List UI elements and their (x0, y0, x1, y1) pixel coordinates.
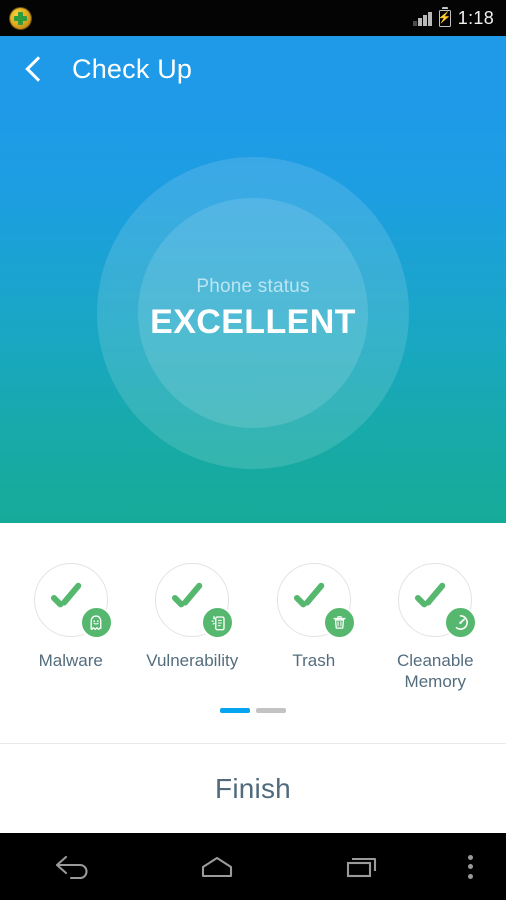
android-nav-bar (0, 833, 506, 900)
page-dot-1[interactable] (220, 708, 250, 713)
battery-charging-icon: ⚡ (438, 6, 452, 27)
hero-status-value: EXCELLENT (150, 302, 356, 341)
finish-button-label: Finish (215, 772, 291, 804)
results-row: Malware Vulnerability Trash Cleanable Me… (0, 523, 506, 692)
check-icon (171, 585, 213, 609)
status-bar-clock: 1:18 (457, 7, 494, 28)
back-chevron-icon[interactable] (24, 56, 50, 82)
app-bar: Check Up (0, 36, 506, 102)
result-circle-vulnerability (155, 563, 235, 639)
overflow-dots (467, 854, 473, 879)
result-item-cleanable-memory[interactable]: Cleanable Memory (375, 563, 497, 692)
signal-bars-icon (413, 11, 432, 26)
result-circle-trash (276, 563, 356, 639)
shield-plus-icon (10, 7, 31, 29)
result-item-vulnerability[interactable]: Vulnerability (132, 563, 254, 692)
finish-button[interactable]: Finish (0, 744, 506, 833)
page-dot-2[interactable] (256, 708, 286, 713)
result-label: Trash (292, 651, 336, 670)
status-bar-right: ⚡ 1:18 (413, 6, 506, 29)
phone-scan-icon (201, 606, 235, 639)
ghost-icon (79, 606, 113, 639)
page-indicator[interactable] (0, 708, 506, 713)
result-label: Cleanable Memory (396, 651, 474, 691)
hero-subtitle: Phone status (196, 275, 310, 297)
speedometer-icon (444, 606, 478, 639)
check-icon (50, 585, 92, 609)
result-label: Vulnerability (146, 651, 239, 670)
hero-text-group: Phone status EXCELLENT (0, 102, 506, 519)
nav-back-icon[interactable] (0, 833, 145, 900)
result-label: Malware (38, 651, 103, 670)
status-bar-left (0, 7, 413, 29)
result-circle-malware (33, 563, 113, 639)
trash-icon (322, 606, 356, 639)
status-bar: ⚡ 1:18 (0, 0, 506, 36)
page-title: Check Up (72, 53, 193, 84)
status-hero: Phone status EXCELLENT (0, 102, 506, 523)
check-icon (293, 585, 335, 609)
result-item-trash[interactable]: Trash (253, 563, 375, 692)
check-icon (414, 585, 456, 609)
phone-screen: ⚡ 1:18 Check Up Phone status EXCELLENT M… (0, 0, 506, 900)
result-circle-cleanable-memory (398, 563, 478, 639)
nav-overflow-icon[interactable] (434, 833, 506, 900)
nav-home-icon[interactable] (145, 833, 290, 900)
result-item-malware[interactable]: Malware (10, 563, 132, 692)
nav-recents-icon[interactable] (289, 833, 434, 900)
